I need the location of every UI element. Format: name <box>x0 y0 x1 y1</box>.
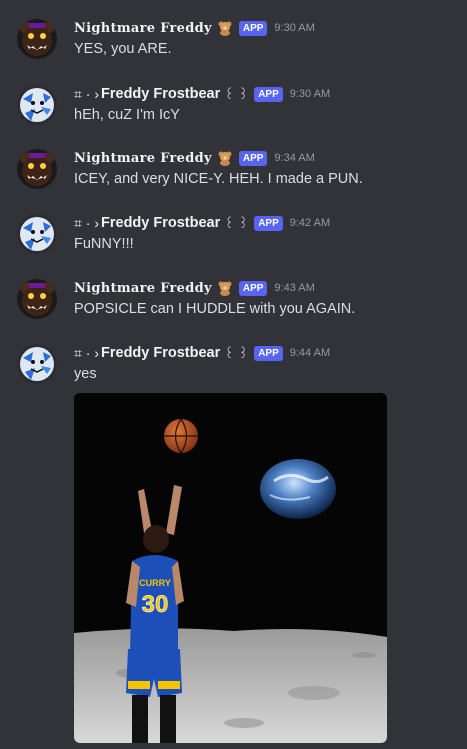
teddy-bear-emoji <box>218 151 232 166</box>
username[interactable]: Nightmare Freddy <box>74 281 212 296</box>
username[interactable]: Freddy Frostbear <box>101 215 220 231</box>
app-badge: APP <box>238 20 268 36</box>
nightmare-freddy-avatar[interactable] <box>17 19 57 59</box>
username-decoration: ꒰ ꒱ <box>224 215 249 231</box>
app-badge: APP <box>238 280 268 296</box>
basketball-moon-image: CURRY 30 <box>74 393 387 743</box>
frostbear-avatar[interactable] <box>17 214 57 254</box>
timestamp[interactable]: 9:43 AM <box>274 282 314 294</box>
teddy-bear-emoji <box>218 281 232 296</box>
message-header: Nightmare Freddy APP 9:34 AM <box>74 149 315 167</box>
image-attachment[interactable]: CURRY 30 <box>74 393 387 743</box>
app-badge: APP <box>254 86 283 102</box>
message-header: Nightmare Freddy APP 9:30 AM <box>74 19 315 37</box>
jersey-name: CURRY <box>139 578 171 588</box>
username-prefix: ⌗ · › <box>74 214 99 231</box>
app-badge: APP <box>254 215 283 231</box>
message-header: ⌗ · › Freddy Frostbear ꒰ ꒱ APP 9:42 AM <box>74 214 330 232</box>
nightmare-freddy-avatar[interactable] <box>17 279 57 319</box>
timestamp[interactable]: 9:34 AM <box>274 152 314 164</box>
frostbear-avatar[interactable] <box>17 344 57 384</box>
message-text: FuNNY!!! <box>74 236 134 252</box>
frostbear-avatar[interactable] <box>17 85 57 125</box>
username-prefix: ⌗ · › <box>74 85 99 102</box>
message-text: yes <box>74 366 97 382</box>
jersey-number: 30 <box>142 591 169 618</box>
message-text: POPSICLE can I HUDDLE with you AGAIN. <box>74 301 356 317</box>
message-header: Nightmare Freddy APP 9:43 AM <box>74 279 315 297</box>
username[interactable]: Freddy Frostbear <box>101 86 220 102</box>
timestamp[interactable]: 9:30 AM <box>290 88 330 100</box>
username[interactable]: Nightmare Freddy <box>74 151 212 166</box>
username-prefix: ⌗ · › <box>74 344 99 361</box>
timestamp[interactable]: 9:44 AM <box>290 347 330 359</box>
timestamp[interactable]: 9:30 AM <box>274 22 314 34</box>
message-text: hEh, cuZ I'm IcY <box>74 107 180 123</box>
message-text: ICEY, and very NICE-Y. HEH. I made a PUN… <box>74 171 363 187</box>
app-badge: APP <box>238 150 268 166</box>
app-badge: APP <box>254 345 283 361</box>
chat-log: Nightmare Freddy APP 9:30 AM YES, you AR… <box>0 0 467 749</box>
timestamp[interactable]: 9:42 AM <box>290 217 330 229</box>
nightmare-freddy-avatar[interactable] <box>17 149 57 189</box>
message-text: YES, you ARE. <box>74 41 172 57</box>
username-decoration: ꒰ ꒱ <box>224 345 249 361</box>
message-header: ⌗ · › Freddy Frostbear ꒰ ꒱ APP 9:44 AM <box>74 344 330 362</box>
username-decoration: ꒰ ꒱ <box>224 86 249 102</box>
username[interactable]: Freddy Frostbear <box>101 345 220 361</box>
teddy-bear-emoji <box>218 21 232 36</box>
username[interactable]: Nightmare Freddy <box>74 21 212 36</box>
message-header: ⌗ · › Freddy Frostbear ꒰ ꒱ APP 9:30 AM <box>74 85 330 103</box>
